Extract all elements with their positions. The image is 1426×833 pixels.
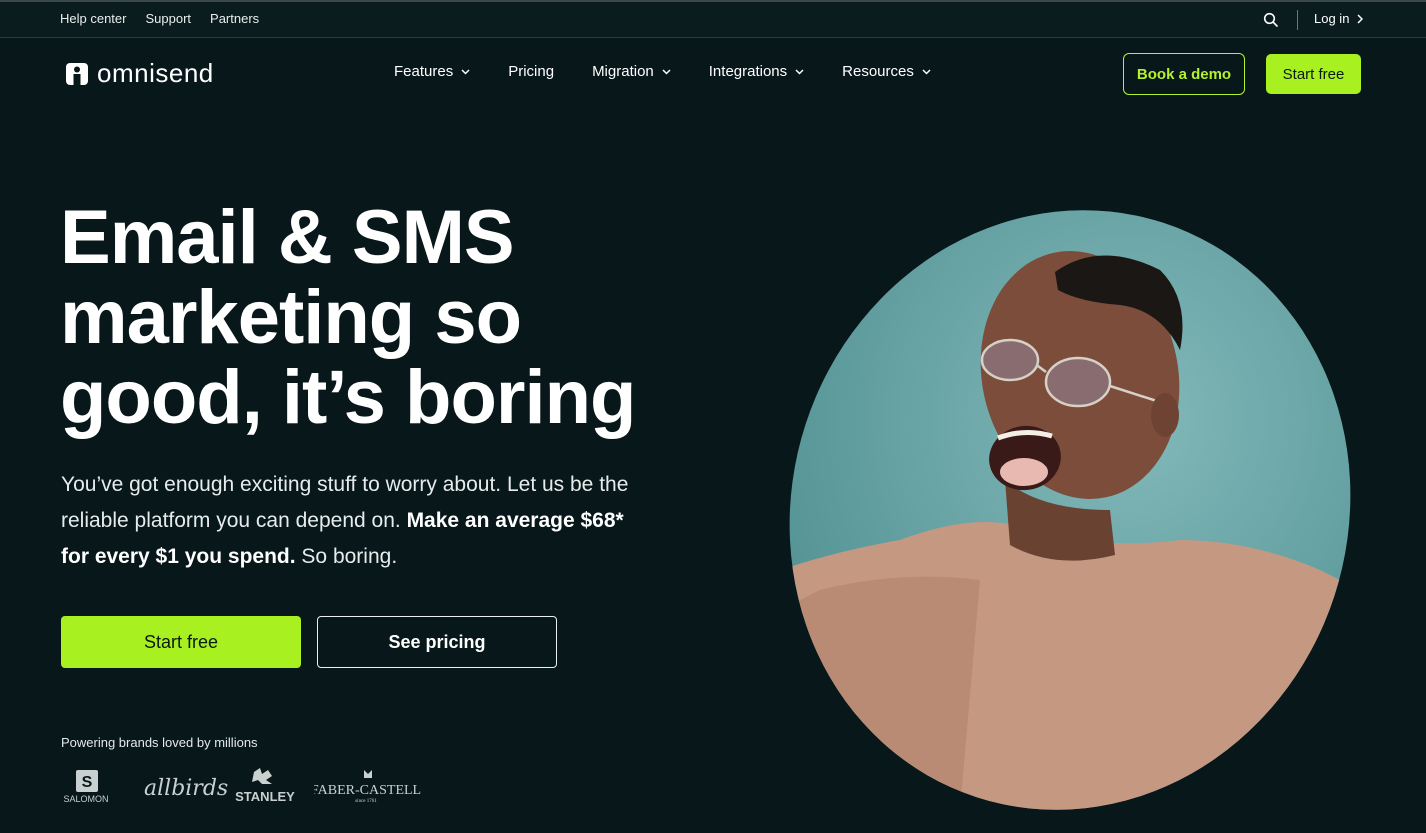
- allbirds-logo: allbirds: [144, 776, 228, 801]
- brands-caption: Powering brands loved by millions: [61, 735, 258, 750]
- utility-divider: [1297, 10, 1298, 30]
- allbirds-logo-text: allbirds: [144, 776, 228, 801]
- nav-label: Pricing: [508, 63, 555, 80]
- chevron-right-icon: [1357, 13, 1364, 24]
- nav-label: Integrations: [708, 63, 788, 80]
- book-demo-button[interactable]: Book a demo: [1123, 53, 1245, 95]
- see-pricing-button[interactable]: See pricing: [317, 616, 557, 668]
- login-link[interactable]: Log in: [1314, 11, 1364, 26]
- hero-person-image: [780, 210, 1360, 810]
- brand-wordmark: omnisend: [97, 58, 214, 88]
- chevron-down-icon: [662, 68, 671, 75]
- nav-label: Features: [394, 63, 454, 80]
- faber-castell-logo-text: FABER-CASTELL: [314, 783, 421, 798]
- help-center-link[interactable]: Help center: [60, 11, 126, 26]
- nav-label: Migration: [592, 63, 654, 80]
- nav-item-pricing[interactable]: Pricing: [508, 63, 554, 80]
- nav-item-features[interactable]: Features: [394, 63, 470, 80]
- svg-text:S: S: [82, 774, 93, 791]
- faber-castell-logo-subtext: since 1761: [355, 799, 377, 804]
- utility-bar: Help center Support Partners Log in: [0, 0, 1426, 38]
- start-free-button[interactable]: Start free: [61, 616, 301, 668]
- chevron-down-icon: [922, 68, 931, 75]
- hero-headline: Email & SMS marketing so good, it’s bori…: [60, 198, 760, 438]
- brand-logos: S SALOMON allbirds STANLEY FABER-CASTELL…: [60, 768, 424, 806]
- support-link[interactable]: Support: [145, 11, 191, 26]
- search-icon[interactable]: [1263, 12, 1279, 28]
- stanley-logo: STANLEY: [235, 768, 295, 804]
- nav-item-integrations[interactable]: Integrations: [709, 63, 804, 80]
- utility-links: Help center Support Partners: [60, 11, 259, 26]
- salomon-logo: S SALOMON: [63, 770, 109, 804]
- faber-castell-logo: FABER-CASTELL since 1761: [314, 770, 421, 804]
- stanley-logo-text: STANLEY: [235, 789, 295, 804]
- nav-label: Resources: [842, 63, 914, 80]
- start-free-header-button[interactable]: Start free: [1266, 54, 1361, 94]
- chevron-down-icon: [461, 68, 470, 75]
- nav-item-migration[interactable]: Migration: [592, 63, 671, 80]
- headline-line: marketing so: [60, 275, 522, 360]
- headline-line: Email & SMS: [60, 195, 515, 280]
- login-label: Log in: [1314, 11, 1350, 26]
- partners-link[interactable]: Partners: [210, 11, 259, 26]
- chevron-down-icon: [795, 68, 804, 75]
- omnisend-logo[interactable]: omnisend: [66, 58, 214, 89]
- nav-item-resources[interactable]: Resources: [842, 63, 931, 80]
- omnisend-logo-icon: [66, 62, 88, 85]
- headline-line: good, it’s boring: [60, 355, 636, 440]
- salomon-logo-text: SALOMON: [63, 794, 108, 804]
- hero-subtext: You’ve got enough exciting stuff to worr…: [61, 467, 641, 575]
- subtext-tail: So boring.: [295, 545, 398, 568]
- main-nav: Features Pricing Migration Integrations …: [394, 63, 969, 80]
